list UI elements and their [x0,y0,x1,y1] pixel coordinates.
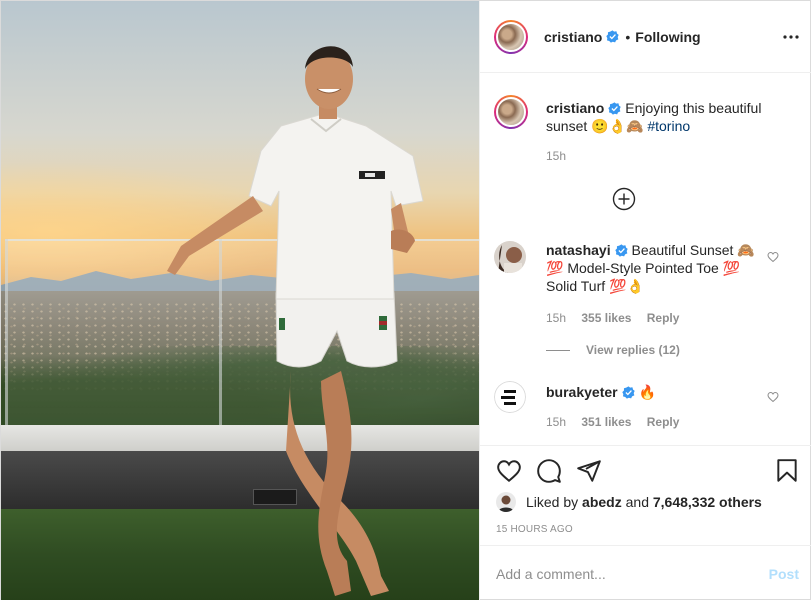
likes-count[interactable]: 7,648,332 others [653,494,762,510]
caption-time[interactable]: 15h [546,149,566,163]
commenter-avatar[interactable] [494,381,526,413]
plus-circle-icon[interactable] [612,187,636,211]
caption-text-block: cristiano Enjoying this beautiful sunset… [546,99,786,135]
caption-avatar[interactable] [494,95,528,129]
comment-meta: 15h 355 likes Reply [546,311,691,325]
verified-badge-icon [621,386,635,399]
post-header: cristiano • Following [480,1,811,73]
author-avatar[interactable] [494,19,528,54]
more-horizontal-icon[interactable] [783,27,799,47]
liker-avatar[interactable] [496,492,516,512]
heart-icon[interactable] [767,391,779,403]
comment-likes[interactable]: 355 likes [581,311,631,325]
following-button[interactable]: Following [635,29,700,45]
liked-by-prefix: Liked by [526,494,579,510]
instagram-post: cristiano • Following cristiano Enjoying… [0,0,811,600]
bookmark-icon[interactable] [774,458,800,484]
post-comment-button[interactable]: Post [769,566,799,582]
comment-likes[interactable]: 351 likes [581,415,631,429]
liker-username[interactable]: abedz [582,494,622,510]
comment-time[interactable]: 15h [546,311,566,325]
view-replies-label: View replies (12) [586,343,680,357]
comment-time[interactable]: 15h [546,415,566,429]
verified-badge-icon [606,30,620,43]
view-replies-button[interactable]: View replies (12) [546,343,680,357]
commenter-avatar[interactable] [494,241,526,273]
author-username[interactable]: cristiano [544,29,602,45]
comment-username[interactable]: natashayi [546,242,611,258]
liked-by-and: and [625,494,649,510]
likes-summary: Liked by abedz and 7,648,332 others [496,492,762,512]
replies-divider [546,349,570,351]
add-comment-bar: Post [480,545,811,600]
comment-input[interactable] [496,565,746,582]
glass-post [5,239,8,429]
heart-icon[interactable] [767,251,779,263]
person-figure [167,46,424,596]
hashtag-link[interactable]: #torino [647,118,690,134]
comment-text: 🔥 [638,384,656,400]
reply-button[interactable]: Reply [647,311,680,325]
comment-icon[interactable] [536,458,562,484]
post-actions: Liked by abedz and 7,648,332 others 15 H… [480,445,811,545]
post-side-panel: cristiano • Following cristiano Enjoying… [479,1,811,600]
separator-dot: • [625,28,631,45]
comment-body: burakyeter 🔥 [546,383,766,401]
verified-badge-icon [614,244,628,257]
comment-username[interactable]: burakyeter [546,384,618,400]
caption-username[interactable]: cristiano [546,100,604,116]
verified-badge-icon [608,102,622,115]
comment-body: natashayi Beautiful Sunset 🙈 💯 Model-Sty… [546,241,766,295]
comment-meta: 15h 351 likes Reply [546,415,691,429]
heart-icon[interactable] [496,458,522,484]
post-photo[interactable] [1,1,479,600]
reply-button[interactable]: Reply [647,415,680,429]
post-timestamp[interactable]: 15 HOURS AGO [496,524,573,535]
send-icon[interactable] [576,458,602,484]
